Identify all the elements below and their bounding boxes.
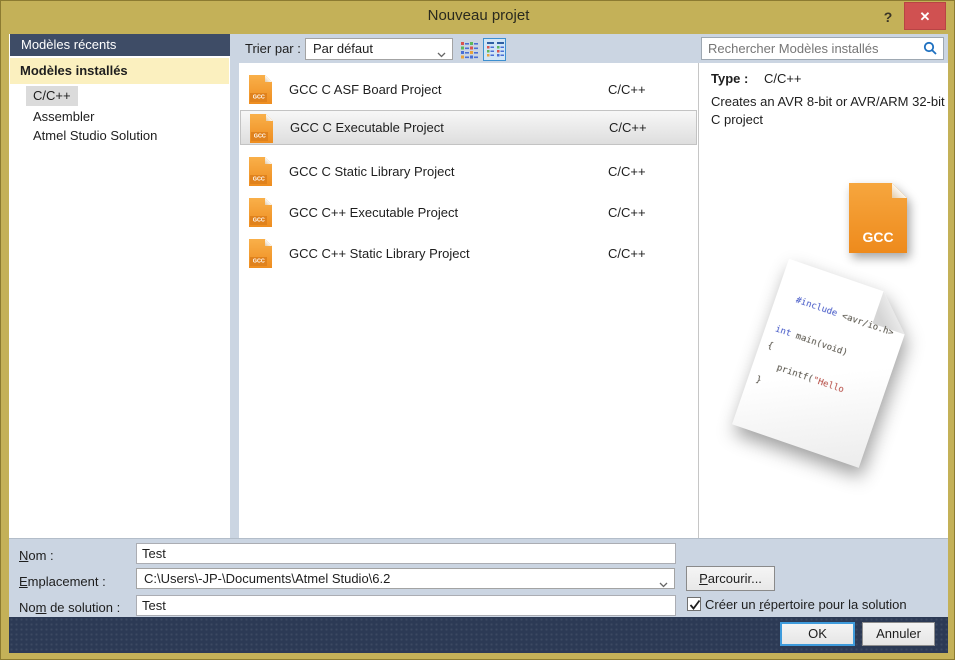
search-container [701, 37, 944, 60]
view-list-button[interactable] [483, 38, 506, 61]
ok-button[interactable]: OK [780, 622, 855, 646]
solution-name-input[interactable] [136, 595, 676, 616]
solution-name-label: Nom de solution : [19, 600, 120, 615]
dialog-footer: OK Annuler [9, 617, 948, 653]
view-medium-icons-button[interactable] [460, 40, 479, 59]
template-row[interactable]: GCC GCC C ASF Board Project C/C++ [240, 69, 697, 110]
chevron-down-icon [437, 46, 446, 61]
name-label: Nom : [19, 548, 54, 563]
sort-by-label: Trier par : [245, 41, 301, 56]
sort-combobox-value: Par défaut [313, 39, 373, 59]
template-type: C/C++ [608, 69, 646, 110]
gcc-file-icon: GCC [249, 157, 272, 186]
search-icon[interactable] [923, 41, 938, 59]
gcc-file-icon: GCC [250, 114, 273, 143]
question-icon: ? [884, 9, 893, 25]
create-directory-checkbox[interactable] [687, 597, 701, 611]
template-details-panel: Type : C/C++ Creates an AVR 8-bit or AVR… [699, 63, 948, 538]
project-form: Nom : Emplacement : C:\Users\-JP-\Docume… [9, 538, 948, 617]
template-name: GCC C Executable Project [290, 111, 444, 145]
template-row-selected[interactable]: GCC GCC C Executable Project C/C++ [240, 110, 697, 145]
gcc-file-icon: GCC [249, 198, 272, 227]
template-row[interactable]: GCC GCC C Static Library Project C/C++ [240, 151, 697, 192]
location-combobox[interactable]: C:\Users\-JP-\Documents\Atmel Studio\6.2 [136, 568, 675, 589]
gcc-file-icon: GCC [249, 239, 272, 268]
template-name: GCC C ASF Board Project [289, 69, 441, 110]
new-project-dialog: Nouveau projet ? ✕ Modèles récents Modèl… [0, 0, 955, 660]
template-name: GCC C++ Executable Project [289, 192, 458, 233]
template-type: C/C++ [608, 151, 646, 192]
template-row[interactable]: GCC GCC C++ Static Library Project C/C++ [240, 233, 697, 274]
browse-button[interactable]: Parcourir... [686, 566, 775, 591]
medium-icons-view-icon [460, 40, 479, 59]
title-bar[interactable]: Nouveau projet ? ✕ [1, 1, 955, 34]
cancel-button[interactable]: Annuler [862, 622, 935, 646]
close-icon: ✕ [920, 9, 931, 24]
sort-combobox[interactable]: Par défaut [305, 38, 453, 60]
gcc-badge-label: GCC [849, 229, 907, 245]
template-row[interactable]: GCC GCC C++ Executable Project C/C++ [240, 192, 697, 233]
template-name: GCC C Static Library Project [289, 151, 454, 192]
template-description: Creates an AVR 8-bit or AVR/ARM 32-bit C… [711, 93, 949, 128]
sidebar-item-recent-templates[interactable]: Modèles récents [10, 34, 230, 56]
gcc-file-icon: GCC [249, 75, 272, 104]
template-type: C/C++ [609, 111, 647, 145]
template-name: GCC C++ Static Library Project [289, 233, 470, 274]
name-input[interactable] [136, 543, 676, 564]
close-button[interactable]: ✕ [904, 2, 946, 30]
tree-item-atmel-studio-solution[interactable]: Atmel Studio Solution [26, 126, 164, 146]
search-input[interactable] [708, 39, 913, 58]
type-label: Type : [711, 71, 748, 86]
type-value: C/C++ [764, 71, 802, 86]
create-directory-label: Créer un répertoire pour la solution [705, 597, 907, 612]
list-view-icon [485, 40, 506, 61]
help-button[interactable]: ? [877, 5, 899, 29]
checkmark-icon [689, 599, 701, 611]
chevron-down-icon [659, 576, 668, 591]
template-type: C/C++ [608, 192, 646, 233]
tree-item-assembler[interactable]: Assembler [26, 107, 101, 127]
template-type: C/C++ [608, 233, 646, 274]
code-preview-image: #include <avr/io.h> int main(void) { pri… [727, 259, 931, 487]
gcc-badge-icon: GCC [849, 183, 907, 253]
location-value: C:\Users\-JP-\Documents\Atmel Studio\6.2 [144, 569, 390, 589]
sidebar-item-installed-templates[interactable]: Modèles installés [10, 58, 229, 84]
tree-item-c-cpp[interactable]: C/C++ [26, 86, 78, 106]
location-label: Emplacement : [19, 574, 106, 589]
window-title: Nouveau projet [1, 1, 955, 31]
